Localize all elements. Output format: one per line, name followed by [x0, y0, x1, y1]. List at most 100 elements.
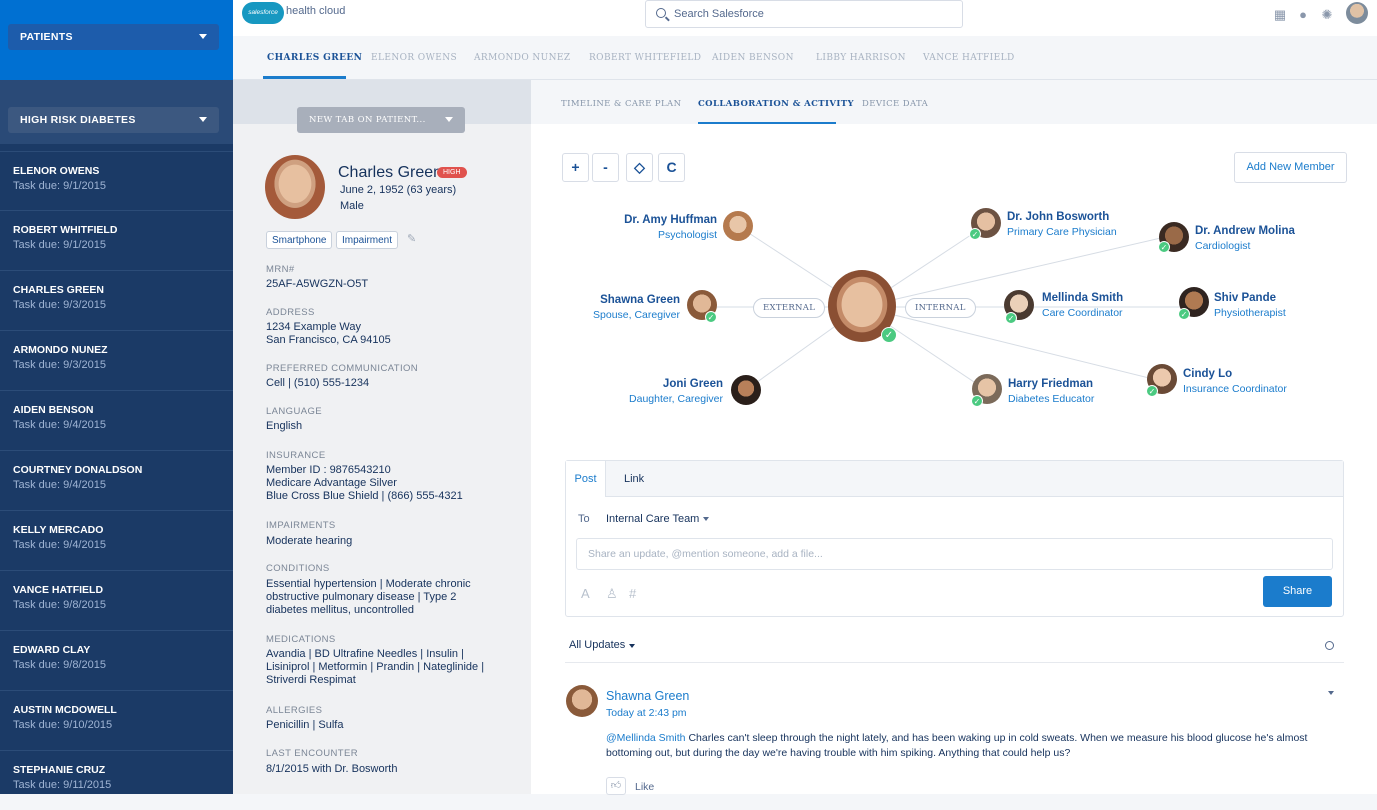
allergies-label: ALLERGIES	[266, 705, 323, 716]
sidebar-patient-item[interactable]: EDWARD CLAY Task due: 9/8/2015	[0, 630, 233, 690]
tab-collaboration-activity[interactable]: COLLABORATION & ACTIVITY	[698, 99, 854, 109]
chevron-down-icon	[445, 117, 453, 122]
member-name[interactable]: Dr. Amy Huffman	[624, 214, 717, 226]
salesforce-logo[interactable]: salesforce	[242, 2, 284, 24]
global-search-input[interactable]: Search Salesforce	[645, 0, 963, 28]
last-encounter-value: 8/1/2015 with Dr. Bosworth	[266, 763, 398, 775]
patient-item-name: ROBERT WHITFIELD	[13, 224, 118, 236]
check-icon: ✓	[1005, 312, 1017, 324]
insurance-label: INSURANCE	[266, 450, 326, 461]
tab-timeline-care-plan[interactable]: TIMELINE & CARE PLAN	[561, 99, 681, 109]
zoom-in-button[interactable]: +	[562, 153, 589, 182]
main-panel: TIMELINE & CARE PLAN COLLABORATION & ACT…	[531, 80, 1377, 795]
language-label: LANGUAGE	[266, 406, 322, 417]
member-avatar[interactable]	[731, 375, 761, 405]
patient-dob: June 2, 1952 (63 years)	[340, 184, 457, 196]
mrn-value: 25AF-A5WGZN-O5T	[266, 278, 369, 290]
feed-filter-select[interactable]: All Updates	[569, 639, 625, 651]
tab-robert-whitefield[interactable]: ROBERT WHITEFIELD	[589, 53, 701, 63]
active-subtab-indicator	[698, 122, 836, 124]
member-name[interactable]: Dr. Andrew Molina	[1195, 225, 1295, 237]
member-name[interactable]: Cindy Lo	[1183, 368, 1232, 380]
check-icon: ✓	[881, 327, 897, 343]
add-new-member-button[interactable]: Add New Member	[1234, 152, 1347, 183]
insurance-line-2: Medicare Advantage Silver	[266, 477, 397, 489]
like-button[interactable]: Like	[635, 781, 654, 793]
sidebar-patient-item[interactable]: ELENOR OWENS Task due: 9/1/2015	[0, 151, 233, 211]
publisher-tab-post[interactable]: Post	[566, 461, 606, 497]
sidebar-patient-item[interactable]: CHARLES GREEN Task due: 9/3/2015	[0, 270, 233, 330]
tab-armondo-nunez[interactable]: ARMONDO NUNEZ	[474, 53, 571, 63]
chip-smartphone[interactable]: Smartphone	[266, 231, 333, 249]
patient-list-select[interactable]: PATIENTS	[8, 24, 219, 50]
global-header: salesforce health cloud Search Salesforc…	[233, 0, 1377, 36]
edit-pencil-icon[interactable]: ✎	[407, 232, 416, 245]
app-launcher-grid-icon[interactable]: ▦	[1273, 8, 1287, 22]
post-timestamp[interactable]: Today at 2:43 pm	[606, 707, 687, 719]
sidebar-patient-item[interactable]: AUSTIN MCDOWELL Task due: 9/10/2015	[0, 690, 233, 750]
mention-person-icon[interactable]: ♙	[606, 586, 618, 602]
member-name[interactable]: Shiv Pande	[1214, 292, 1276, 304]
help-icon[interactable]: ●	[1296, 8, 1310, 22]
thumbs-up-icon[interactable]: 👍︎	[606, 777, 626, 795]
chevron-down-icon	[199, 34, 207, 39]
internal-group-pill[interactable]: INTERNAL	[905, 298, 976, 318]
tab-libby-harrison[interactable]: LIBBY HARRISON	[816, 53, 906, 63]
post-author-avatar[interactable]	[566, 685, 598, 717]
center-graph-button[interactable]: ◇	[626, 153, 653, 182]
tab-vance-hatfield[interactable]: VANCE HATFIELD	[923, 53, 1015, 63]
patient-item-name: AIDEN BENSON	[13, 404, 94, 416]
medications-label: MEDICATIONS	[266, 634, 336, 645]
impairments-value: Moderate hearing	[266, 535, 353, 547]
post-menu-chevron-icon[interactable]	[1328, 691, 1334, 695]
feed-divider	[565, 662, 1344, 663]
post-author[interactable]: Shawna Green	[606, 689, 689, 703]
refresh-button[interactable]: C	[658, 153, 685, 182]
sidebar-patient-item[interactable]: ROBERT WHITFIELD Task due: 9/1/2015	[0, 210, 233, 270]
member-name[interactable]: Mellinda Smith	[1042, 292, 1123, 304]
sidebar-patient-item[interactable]: COURTNEY DONALDSON Task due: 9/4/2015	[0, 450, 233, 510]
external-group-pill[interactable]: EXTERNAL	[753, 298, 826, 318]
care-team-graph: ✓ EXTERNAL INTERNAL Dr. Amy Huffman Psyc…	[531, 190, 1377, 420]
member-avatar[interactable]	[723, 211, 753, 241]
conditions-value: Essential hypertension | Moderate chroni…	[266, 578, 471, 616]
sidebar-patient-item[interactable]: STEPHANIE CRUZ Task due: 9/11/2015	[0, 750, 233, 810]
user-avatar[interactable]	[1346, 2, 1368, 24]
share-button[interactable]: Share	[1263, 576, 1332, 607]
patient-item-name: VANCE HATFIELD	[13, 584, 104, 596]
member-name[interactable]: Harry Friedman	[1008, 378, 1093, 390]
audience-select[interactable]: Internal Care Team	[606, 513, 699, 525]
zoom-out-button[interactable]: -	[592, 153, 619, 182]
member-name[interactable]: Dr. John Bosworth	[1007, 211, 1109, 223]
tab-device-data[interactable]: DEVICE DATA	[862, 99, 928, 109]
publisher-tab-link[interactable]: Link	[624, 473, 644, 485]
tab-charles-green[interactable]: CHARLES GREEN	[267, 53, 362, 63]
post-mention[interactable]: @Mellinda Smith	[606, 732, 686, 744]
cohort-select[interactable]: HIGH RISK DIABETES	[8, 107, 219, 133]
communication-label: PREFERRED COMMUNICATION	[266, 363, 419, 374]
new-tab-on-patient-button[interactable]: NEW TAB ON PATIENT...	[297, 107, 465, 133]
chevron-down-icon[interactable]	[703, 517, 709, 521]
member-name[interactable]: Shawna Green	[600, 294, 680, 306]
hashtag-icon[interactable]: #	[629, 586, 636, 601]
member-name[interactable]: Joni Green	[663, 378, 723, 390]
sidebar-patient-item[interactable]: AIDEN BENSON Task due: 9/4/2015	[0, 390, 233, 450]
sidebar-patient-item[interactable]: VANCE HATFIELD Task due: 9/8/2015	[0, 570, 233, 630]
check-icon: ✓	[1178, 308, 1190, 320]
tab-aiden-benson[interactable]: AIDEN BENSON	[712, 53, 794, 63]
conditions-label: CONDITIONS	[266, 563, 330, 574]
subtab-bar: TIMELINE & CARE PLAN COLLABORATION & ACT…	[531, 80, 1377, 124]
text-format-icon[interactable]: A	[581, 586, 590, 601]
publisher-tabs: Post Link	[566, 461, 1343, 497]
tab-elenor-owens[interactable]: ELENOR OWENS	[371, 53, 457, 63]
search-icon[interactable]	[1325, 641, 1334, 650]
sidebar-patient-item[interactable]: KELLY MERCADO Task due: 9/4/2015	[0, 510, 233, 570]
chip-impairment[interactable]: Impairment	[336, 231, 399, 249]
post-input[interactable]: Share an update, @mention someone, add a…	[576, 538, 1333, 570]
product-name: health cloud	[286, 5, 346, 17]
sidebar-patient-item[interactable]: ARMONDO NUNEZ Task due: 9/3/2015	[0, 330, 233, 390]
post-body: @Mellinda Smith Charles can't sleep thro…	[606, 731, 1326, 761]
chevron-down-icon[interactable]	[629, 644, 635, 648]
gear-icon[interactable]: ✺	[1320, 8, 1334, 22]
last-encounter-label: LAST ENCOUNTER	[266, 748, 358, 759]
